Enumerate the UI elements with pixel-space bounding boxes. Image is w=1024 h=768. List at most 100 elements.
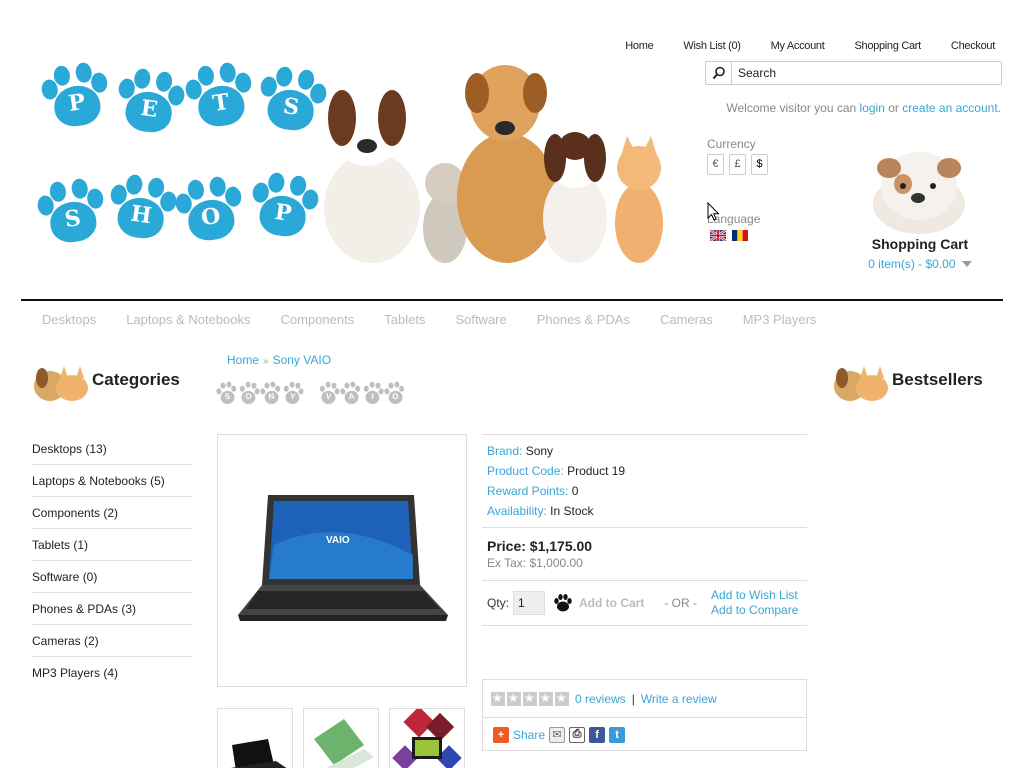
welcome-or: or bbox=[884, 101, 903, 115]
nav-cart-link[interactable]: Shopping Cart bbox=[854, 40, 921, 52]
category-mp3[interactable]: MP3 Players (4) bbox=[32, 666, 118, 680]
add-to-wishlist-link[interactable]: Add to Wish List bbox=[711, 588, 798, 603]
list-item: Software (0) bbox=[32, 561, 192, 593]
category-desktops[interactable]: Desktops (13) bbox=[32, 442, 107, 456]
brand-link[interactable]: Sony bbox=[526, 444, 553, 458]
list-item: MP3 Players (4) bbox=[32, 657, 192, 689]
menu-cameras[interactable]: Cameras bbox=[660, 312, 713, 327]
currency-selector: € £ $ bbox=[707, 154, 768, 175]
menu-laptops[interactable]: Laptops & Notebooks bbox=[126, 312, 250, 327]
chevron-down-icon[interactable] bbox=[961, 261, 972, 268]
currency-euro[interactable]: € bbox=[707, 154, 724, 175]
romanian-flag-icon[interactable] bbox=[732, 230, 748, 241]
availability: Availability: In Stock bbox=[487, 501, 802, 521]
share-link[interactable]: Share bbox=[513, 728, 545, 742]
title-paw-letter: V bbox=[317, 380, 341, 407]
categories-header: Categories bbox=[30, 358, 180, 402]
write-review-link[interactable]: Write a review bbox=[641, 692, 717, 706]
review-row: 0 reviews | Write a review bbox=[483, 680, 806, 718]
menu-mp3[interactable]: MP3 Players bbox=[743, 312, 817, 327]
title-paw-letter: O bbox=[383, 380, 407, 407]
laptop-vaio-logo: VAIO bbox=[326, 535, 350, 546]
menu-components[interactable]: Components bbox=[281, 312, 355, 327]
facebook-icon[interactable]: f bbox=[589, 726, 606, 743]
star-empty-icon bbox=[507, 691, 521, 706]
email-icon[interactable]: ✉ bbox=[549, 726, 566, 743]
share-plus-icon[interactable]: + bbox=[493, 726, 509, 743]
availability-value: In Stock bbox=[550, 504, 594, 518]
print-icon[interactable]: ⎙ bbox=[569, 726, 586, 743]
hero-pets-image bbox=[324, 65, 663, 263]
add-to-cart-label[interactable]: Add to Cart bbox=[579, 596, 644, 610]
price-block: Price: $1,175.00 Ex Tax: $1,000.00 bbox=[482, 527, 807, 580]
breadcrumb-current[interactable]: Sony VAIO bbox=[273, 353, 331, 367]
puppy-kitten-icon bbox=[34, 366, 88, 401]
english-flag-icon[interactable] bbox=[710, 230, 726, 241]
page-title: SONYVAIO bbox=[215, 380, 407, 407]
create-account-link[interactable]: create an account bbox=[902, 101, 997, 115]
currency-pound[interactable]: £ bbox=[729, 154, 746, 175]
search-input[interactable] bbox=[732, 66, 1001, 80]
welcome-prefix: Welcome visitor you can bbox=[726, 101, 860, 115]
puppy-kitten-icon bbox=[834, 366, 888, 401]
breadcrumb-separator: » bbox=[263, 356, 269, 367]
language-selector bbox=[710, 230, 748, 241]
qty-label: Qty: bbox=[487, 596, 510, 610]
category-phones[interactable]: Phones & PDAs (3) bbox=[32, 602, 136, 616]
menu-software[interactable]: Software bbox=[455, 312, 506, 327]
quantity-input[interactable] bbox=[513, 591, 546, 615]
product-main-image[interactable]: VAIO bbox=[217, 434, 467, 687]
category-components[interactable]: Components (2) bbox=[32, 506, 118, 520]
product-ex-tax: Ex Tax: $1,000.00 bbox=[487, 556, 583, 570]
brand-label[interactable]: Brand: bbox=[487, 444, 522, 458]
title-paw-letter: A bbox=[339, 380, 363, 407]
reward-points: Reward Points: 0 bbox=[487, 481, 802, 501]
product-meta: Brand: Sony Product Code: Product 19 Rew… bbox=[482, 434, 807, 527]
menu-phones[interactable]: Phones & PDAs bbox=[537, 312, 630, 327]
logo-paw-h: H bbox=[105, 172, 180, 247]
logo-paw-p: P bbox=[39, 60, 114, 135]
star-empty-icon bbox=[539, 691, 553, 706]
cart-summary-link[interactable]: 0 item(s) - $0.00 bbox=[868, 257, 955, 271]
title-paw-letter: I bbox=[361, 380, 385, 407]
nav-checkout-link[interactable]: Checkout bbox=[951, 40, 995, 52]
product-thumbnail-colors[interactable] bbox=[389, 706, 465, 768]
cart-block: Qty: Add to Cart - OR - Add to Wish List bbox=[482, 580, 807, 626]
laptop-image[interactable]: VAIO bbox=[218, 435, 466, 686]
category-software[interactable]: Software (0) bbox=[32, 570, 97, 584]
list-item: Components (2) bbox=[32, 497, 192, 529]
category-cameras[interactable]: Cameras (2) bbox=[32, 634, 99, 648]
login-link[interactable]: login bbox=[860, 101, 885, 115]
nav-account-link[interactable]: My Account bbox=[771, 40, 825, 52]
add-to-compare-link[interactable]: Add to Compare bbox=[711, 603, 798, 618]
pets-shop-logo[interactable]: PETSSHOP bbox=[35, 58, 328, 248]
category-tablets[interactable]: Tablets (1) bbox=[32, 538, 88, 552]
product-thumbnail-black[interactable] bbox=[217, 708, 293, 768]
breadcrumb-home[interactable]: Home bbox=[227, 353, 259, 367]
product-thumbnail-green[interactable] bbox=[303, 708, 379, 768]
list-item: Phones & PDAs (3) bbox=[32, 593, 192, 625]
logo-paw-p: P bbox=[247, 170, 322, 245]
reviews-count-link[interactable]: 0 reviews bbox=[575, 692, 626, 706]
top-nav: Home Wish List (0) My Account Shopping C… bbox=[625, 40, 995, 52]
qty-row: Qty: Add to Cart - OR - Add to Wish List bbox=[487, 581, 802, 625]
nav-wishlist-link[interactable]: Wish List (0) bbox=[683, 40, 741, 52]
availability-label: Availability: bbox=[487, 504, 547, 518]
cart-bulldog-image[interactable] bbox=[867, 144, 971, 236]
product-price: Price: $1,175.00 bbox=[487, 538, 593, 554]
points-value: 0 bbox=[571, 484, 579, 498]
cart-summary[interactable]: 0 item(s) - $0.00 bbox=[847, 257, 993, 271]
title-paw-letter: O bbox=[237, 380, 261, 407]
search-icon[interactable] bbox=[706, 62, 732, 84]
menu-tablets[interactable]: Tablets bbox=[384, 312, 425, 327]
add-to-cart-button[interactable]: Add to Cart bbox=[553, 593, 644, 613]
category-laptops[interactable]: Laptops & Notebooks (5) bbox=[32, 474, 165, 488]
star-empty-icon bbox=[523, 691, 537, 706]
categories-title: Categories bbox=[92, 370, 180, 389]
twitter-icon[interactable]: t bbox=[609, 726, 626, 743]
code-value: Product 19 bbox=[567, 464, 626, 478]
menu-desktops[interactable]: Desktops bbox=[42, 312, 96, 327]
title-gap bbox=[305, 382, 317, 406]
currency-dollar[interactable]: $ bbox=[751, 154, 768, 175]
nav-home-link[interactable]: Home bbox=[625, 40, 653, 52]
